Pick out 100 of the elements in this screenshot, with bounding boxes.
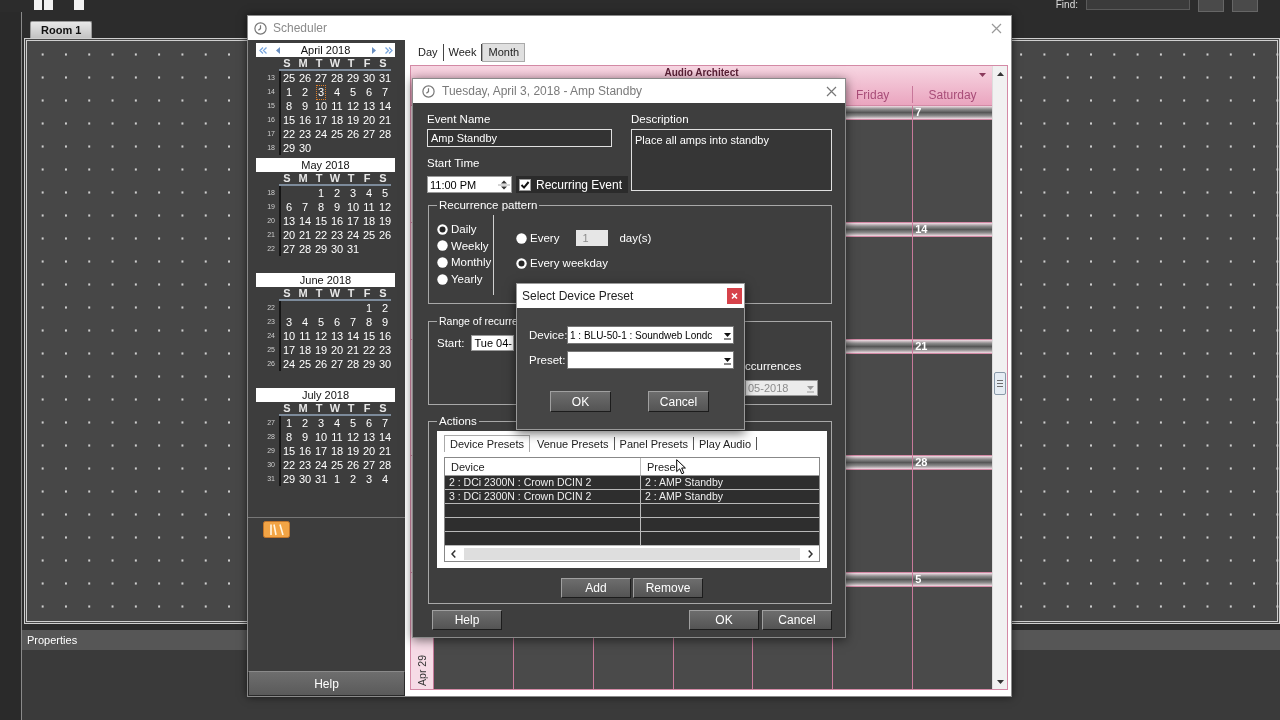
close-icon[interactable] xyxy=(727,288,742,304)
radio-option[interactable]: Yearly xyxy=(437,270,493,288)
calendar-day[interactable]: 24 xyxy=(313,458,329,472)
calendar-day[interactable]: 12 xyxy=(377,200,393,214)
radio-option[interactable]: Every weekday xyxy=(516,257,608,269)
calendar-day[interactable]: 30 xyxy=(297,472,313,486)
vertical-scrollbar[interactable] xyxy=(992,66,1007,689)
double-chevron-left-icon[interactable] xyxy=(259,46,267,54)
calendar-day[interactable]: 23 xyxy=(297,458,313,472)
calendar-day[interactable]: 9 xyxy=(332,200,342,214)
triangle-left-icon[interactable] xyxy=(276,46,280,54)
calendar-day[interactable]: 25 xyxy=(329,458,345,472)
radio-icon[interactable] xyxy=(437,257,448,268)
calendar-day[interactable]: 30 xyxy=(377,357,393,371)
calendar-day[interactable]: 17 xyxy=(313,444,329,458)
time-field[interactable]: 11:00 PM xyxy=(427,176,512,193)
calendar-day[interactable]: 11 xyxy=(330,430,344,444)
calendar-day[interactable]: 14 xyxy=(297,214,313,228)
horizontal-scrollbar[interactable] xyxy=(445,546,819,561)
calendar-day[interactable]: 8 xyxy=(284,99,294,113)
calendar-day[interactable]: 1 xyxy=(284,85,294,99)
dropdown-arrow-icon[interactable] xyxy=(723,330,732,340)
calendar-day[interactable]: 11 xyxy=(362,200,376,214)
calendar-day[interactable]: 1 xyxy=(316,186,326,200)
calendar-day[interactable]: 24 xyxy=(313,127,329,141)
calendar-day[interactable]: 7 xyxy=(380,85,390,99)
calendar-day[interactable]: 15 xyxy=(281,444,297,458)
up-arrow-icon[interactable] xyxy=(996,72,1004,76)
calendar-day[interactable]: 2 xyxy=(300,416,310,430)
calendar-day[interactable]: 28 xyxy=(329,71,345,85)
dialog-button[interactable]: OK xyxy=(689,610,759,630)
calendar-day[interactable]: 28 xyxy=(377,458,393,472)
calendar-day[interactable]: 17 xyxy=(345,214,361,228)
calendar-day[interactable]: 3 xyxy=(348,186,358,200)
calendar-day[interactable]: 15 xyxy=(281,113,297,127)
calendar-day[interactable]: 2 xyxy=(332,186,342,200)
calendar-day[interactable]: 7 xyxy=(300,200,310,214)
preset-dropdown[interactable] xyxy=(567,351,734,369)
calendar-day[interactable]: 5 xyxy=(348,416,358,430)
description-field[interactable]: Place all amps into standby xyxy=(631,129,832,191)
calendar-day[interactable]: 20 xyxy=(361,444,377,458)
radio-option[interactable]: Daily xyxy=(437,221,493,238)
help-button[interactable]: Help xyxy=(248,671,405,696)
down-arrow-icon[interactable] xyxy=(996,680,1004,684)
calendar-day[interactable]: 13 xyxy=(281,214,297,228)
calendar-day[interactable]: 19 xyxy=(313,343,329,357)
dialog-button[interactable]: Cancel xyxy=(762,610,832,630)
calendar-day[interactable]: 24 xyxy=(281,357,297,371)
calendar-day[interactable]: 3 xyxy=(284,315,294,329)
calendar-day[interactable]: 20 xyxy=(361,113,377,127)
calendar-day[interactable]: 5 xyxy=(348,85,358,99)
calendar-day[interactable]: 11 xyxy=(330,99,344,113)
calendar-day[interactable]: 23 xyxy=(377,343,393,357)
tab[interactable]: Play Audio xyxy=(694,437,757,450)
radio-icon[interactable] xyxy=(516,257,527,269)
tab[interactable]: Device Presets xyxy=(444,435,530,452)
calendar-day[interactable]: 31 xyxy=(313,472,329,486)
calendar-day[interactable]: 18 xyxy=(361,214,377,228)
checkbox-icon[interactable] xyxy=(519,178,531,191)
calendar-day[interactable]: 26 xyxy=(377,228,393,242)
calendar-day[interactable]: 21 xyxy=(377,444,393,458)
calendar-day[interactable]: 17 xyxy=(281,343,297,357)
calendar-day[interactable]: 4 xyxy=(332,416,342,430)
calendar-day[interactable]: 28 xyxy=(297,242,313,256)
calendar-day[interactable]: 14 xyxy=(377,99,393,113)
calendar-day[interactable]: 7 xyxy=(348,315,358,329)
calendar-day[interactable]: 30 xyxy=(329,242,345,256)
calendar-day[interactable]: 10 xyxy=(281,329,297,343)
calendar-day[interactable]: 4 xyxy=(300,315,310,329)
calendar-day[interactable]: 14 xyxy=(377,430,393,444)
event-name-field[interactable]: Amp Standby xyxy=(427,129,612,147)
dialog-button[interactable]: Cancel xyxy=(648,391,709,412)
calendar-day[interactable]: 22 xyxy=(281,458,297,472)
calendar-day[interactable]: 6 xyxy=(284,200,294,214)
view-tab[interactable]: Day xyxy=(413,44,444,61)
action-button[interactable]: Remove xyxy=(633,578,703,598)
calendar-day[interactable]: 27 xyxy=(281,242,297,256)
calendar-day[interactable]: 29 xyxy=(313,242,329,256)
calendar-day[interactable]: 12 xyxy=(345,99,361,113)
calendar-day[interactable]: 23 xyxy=(297,127,313,141)
calendar-day[interactable]: 18 xyxy=(297,343,313,357)
calendar-day[interactable]: 2 xyxy=(380,301,390,315)
calendar-day[interactable]: 4 xyxy=(380,472,390,486)
calendar-day[interactable]: 29 xyxy=(281,141,297,155)
calendar-day[interactable]: 1 xyxy=(284,416,294,430)
dialog-button[interactable]: OK xyxy=(550,391,611,412)
calendar-day[interactable]: 28 xyxy=(345,357,361,371)
calendar-day[interactable]: 11 xyxy=(298,329,312,343)
calendar-day[interactable]: 12 xyxy=(345,430,361,444)
tab[interactable]: Panel Presets xyxy=(614,437,695,450)
calendar-day[interactable]: 22 xyxy=(361,343,377,357)
radio-icon[interactable] xyxy=(437,223,448,235)
calendar-day[interactable]: 23 xyxy=(329,228,345,242)
calendar-day[interactable]: 24 xyxy=(345,228,361,242)
calendar-day[interactable]: 29 xyxy=(281,472,297,486)
dialog-button[interactable]: Help xyxy=(432,610,502,630)
calendar-day[interactable]: 6 xyxy=(332,315,342,329)
calendar-day[interactable]: 26 xyxy=(313,357,329,371)
radio-option[interactable]: Weekly xyxy=(437,237,493,255)
calendar-day[interactable]: 18 xyxy=(329,444,345,458)
